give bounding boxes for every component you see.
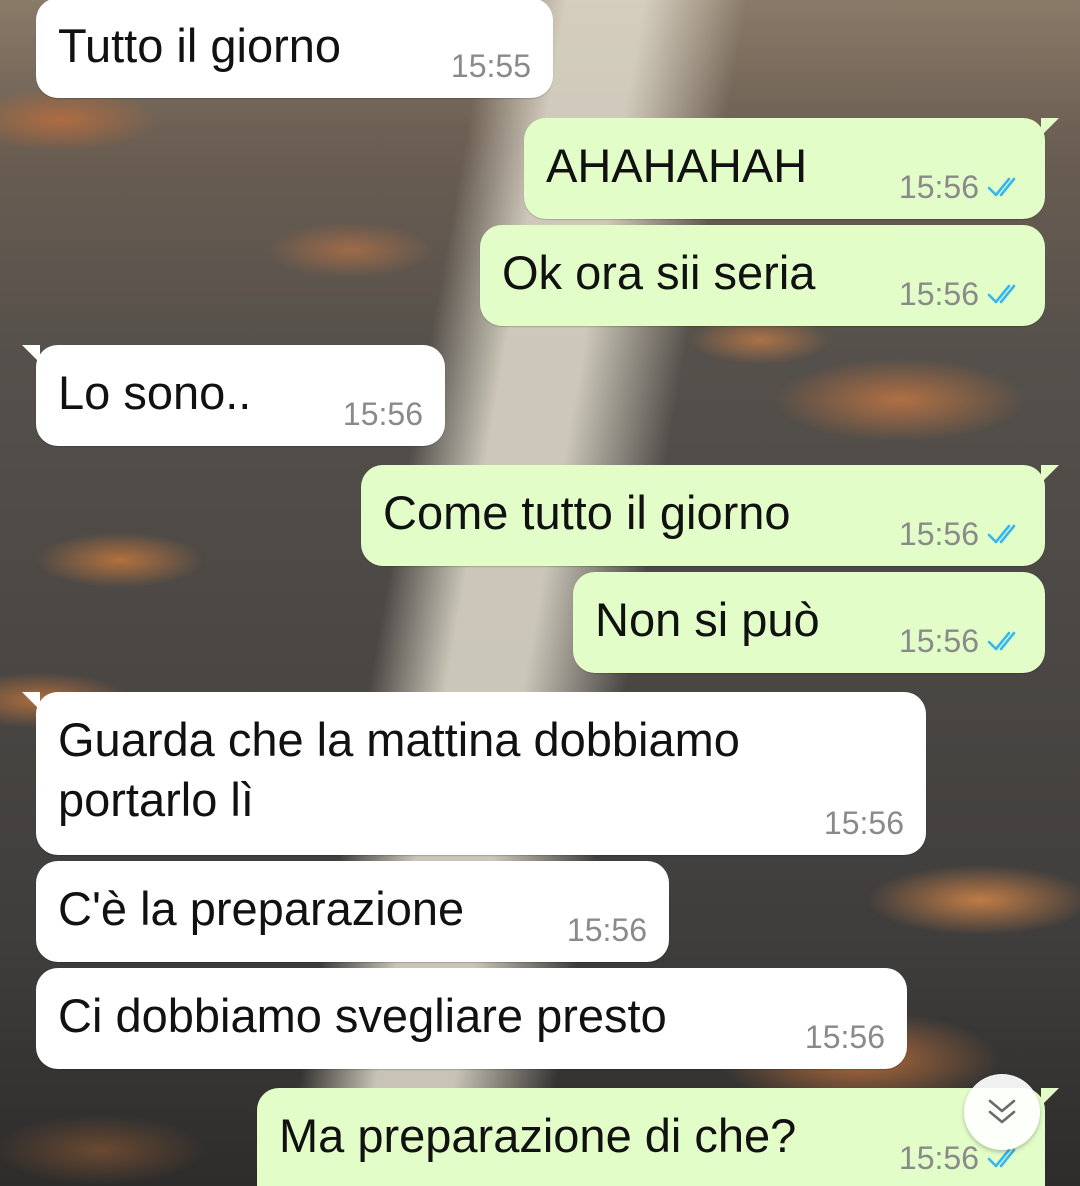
message-bubble-outgoing[interactable]: Non si può 15:56 bbox=[573, 572, 1045, 673]
message-time: 15:56 bbox=[898, 1140, 979, 1176]
double-check-icon bbox=[987, 1148, 1016, 1168]
double-chevron-down-icon bbox=[988, 1099, 1016, 1124]
double-check-icon bbox=[987, 177, 1016, 197]
message-text: Guarda che la mattina dobbiamo portarlo … bbox=[58, 713, 740, 826]
message-meta: 15:56 bbox=[343, 396, 423, 432]
message-text: Tutto il giorno bbox=[58, 19, 342, 72]
message-time: 15:56 bbox=[898, 169, 979, 205]
message-meta: 15:56 bbox=[824, 805, 904, 841]
scroll-to-bottom-button[interactable] bbox=[964, 1074, 1040, 1150]
message-bubble-outgoing[interactable]: Ok ora sii seria 15:56 bbox=[480, 225, 1045, 326]
message-bubble-outgoing[interactable]: AHAHAHAH 15:56 bbox=[524, 118, 1059, 219]
chat-message-list[interactable]: Tutto il giorno 15:55 AHAHAHAH 15:56 Ok … bbox=[0, 0, 1080, 1186]
message-bubble-incoming[interactable]: C'è la preparazione 15:56 bbox=[36, 861, 669, 962]
message-text: C'è la preparazione bbox=[58, 882, 465, 935]
message-bubble-incoming[interactable]: Guarda che la mattina dobbiamo portarlo … bbox=[22, 692, 926, 855]
message-meta: 15:56 bbox=[899, 516, 1023, 552]
message-meta: 15:56 bbox=[899, 623, 1023, 659]
double-check-icon bbox=[987, 524, 1016, 544]
message-time: 15:56 bbox=[898, 623, 979, 659]
message-text: Come tutto il giorno bbox=[383, 486, 791, 539]
message-time: 15:56 bbox=[898, 276, 979, 312]
message-time: 15:56 bbox=[342, 396, 423, 432]
message-meta: 15:55 bbox=[451, 48, 531, 84]
message-time: 15:56 bbox=[823, 805, 904, 841]
message-text: Ok ora sii seria bbox=[502, 246, 816, 299]
message-bubble-outgoing[interactable]: Come tutto il giorno 15:56 bbox=[361, 465, 1059, 566]
message-bubble-outgoing[interactable]: Ma preparazione di che? 15:56 bbox=[257, 1088, 1059, 1186]
message-text: Ci dobbiamo svegliare presto bbox=[58, 989, 667, 1042]
message-time: 15:56 bbox=[566, 912, 647, 948]
message-time: 15:56 bbox=[804, 1019, 885, 1055]
message-bubble-incoming[interactable]: Ci dobbiamo svegliare presto 15:56 bbox=[36, 968, 907, 1069]
message-time: 15:56 bbox=[898, 516, 979, 552]
message-bubble-incoming[interactable]: Tutto il giorno 15:55 bbox=[36, 0, 553, 98]
message-meta: 15:56 bbox=[899, 276, 1023, 312]
double-check-icon bbox=[987, 284, 1016, 304]
message-text: Ma preparazione di che? bbox=[279, 1109, 797, 1162]
double-check-icon bbox=[987, 631, 1016, 651]
message-text: Lo sono.. bbox=[58, 366, 252, 419]
message-meta: 15:56 bbox=[899, 169, 1023, 205]
message-meta: 15:56 bbox=[567, 912, 647, 948]
message-text: AHAHAHAH bbox=[546, 139, 808, 192]
message-time: 15:55 bbox=[450, 48, 531, 84]
message-bubble-incoming[interactable]: Lo sono.. 15:56 bbox=[22, 345, 445, 446]
message-text: Non si può bbox=[595, 593, 820, 646]
message-meta: 15:56 bbox=[805, 1019, 885, 1055]
